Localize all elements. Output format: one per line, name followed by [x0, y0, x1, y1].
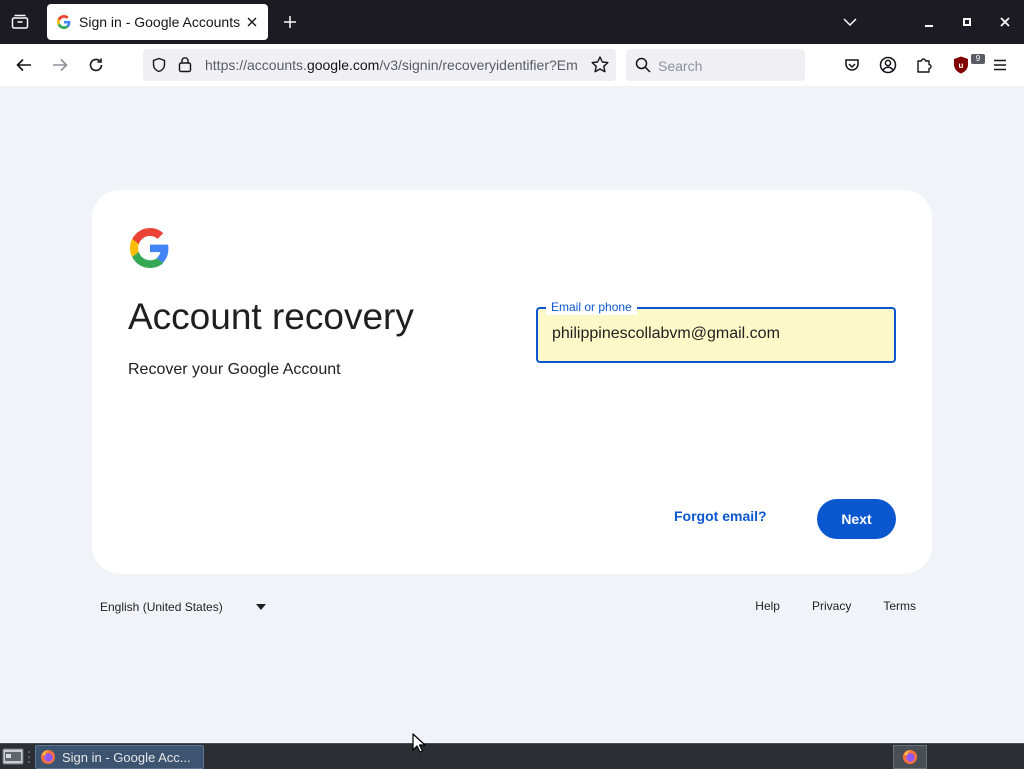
reload-icon[interactable] [82, 51, 110, 79]
url-prefix: https://accounts. [205, 57, 307, 73]
taskbar-task-firefox[interactable]: Sign in - Google Acc... [35, 745, 204, 769]
recovery-card: Account recovery Recover your Google Acc… [92, 190, 932, 574]
page-content: Account recovery Recover your Google Acc… [0, 86, 1024, 742]
tracking-protection-icon[interactable] [151, 57, 167, 73]
url-bar[interactable]: https://accounts.google.com/v3/signin/re… [143, 49, 616, 81]
maximize-icon[interactable] [953, 8, 981, 36]
footer: English (United States) Help Privacy Ter… [92, 586, 932, 626]
language-select-value: English (United States) [100, 600, 223, 614]
list-all-tabs-icon[interactable] [836, 8, 864, 36]
tab-close-icon[interactable] [243, 13, 261, 31]
minimize-icon[interactable] [915, 8, 943, 36]
url-path: /v3/signin/recoveryidentifier?Em [379, 57, 578, 73]
navigation-toolbar: https://accounts.google.com/v3/signin/re… [0, 44, 1024, 87]
forward-icon[interactable] [46, 51, 74, 79]
dropdown-arrow-icon [256, 604, 266, 610]
page-subtitle: Recover your Google Account [128, 361, 341, 378]
email-input[interactable] [552, 322, 882, 346]
page-title: Account recovery [128, 296, 414, 337]
browser-tab[interactable]: Sign in - Google Accounts [47, 4, 268, 40]
google-logo-icon [130, 228, 169, 268]
extension-badge: 9 [971, 54, 985, 64]
account-icon[interactable] [874, 51, 902, 79]
google-favicon-icon [57, 15, 71, 29]
mouse-cursor-icon [412, 733, 426, 753]
terms-link[interactable]: Terms [883, 599, 916, 613]
tray-firefox-icon[interactable] [893, 745, 927, 769]
footer-links: Help Privacy Terms [755, 599, 916, 613]
search-input[interactable] [656, 55, 800, 77]
tab-title: Sign in - Google Accounts [79, 14, 241, 30]
new-tab-icon[interactable] [276, 8, 304, 36]
ublock-origin-icon[interactable]: u 9 [948, 51, 985, 79]
tab-bar: Sign in - Google Accounts [0, 0, 1024, 44]
next-button[interactable]: Next [817, 499, 896, 539]
os-taskbar: Sign in - Google Acc... [0, 743, 1024, 769]
window-close-icon[interactable] [991, 8, 1019, 36]
bookmark-star-icon[interactable] [590, 55, 610, 75]
forgot-email-link[interactable]: Forgot email? [674, 508, 767, 524]
taskbar-task-label: Sign in - Google Acc... [62, 749, 191, 765]
search-icon [635, 57, 651, 73]
menu-icon[interactable] [986, 51, 1014, 79]
privacy-link[interactable]: Privacy [812, 599, 851, 613]
url-text[interactable]: https://accounts.google.com/v3/signin/re… [205, 57, 580, 75]
email-field-label: Email or phone [546, 299, 637, 315]
extensions-puzzle-icon[interactable] [910, 51, 938, 79]
language-select[interactable]: English (United States) [100, 596, 280, 618]
svg-text:u: u [959, 61, 964, 70]
search-bar[interactable] [626, 49, 805, 81]
email-field[interactable]: Email or phone [536, 299, 896, 363]
firefox-icon [41, 750, 55, 764]
back-icon[interactable] [10, 51, 38, 79]
url-domain: google.com [306, 57, 380, 73]
help-link[interactable]: Help [755, 599, 780, 613]
taskbar-separator [27, 750, 31, 764]
lock-icon[interactable] [178, 56, 192, 73]
tab-overview-icon[interactable] [6, 8, 34, 36]
start-menu-icon[interactable] [2, 747, 24, 766]
pocket-icon[interactable] [838, 51, 866, 79]
